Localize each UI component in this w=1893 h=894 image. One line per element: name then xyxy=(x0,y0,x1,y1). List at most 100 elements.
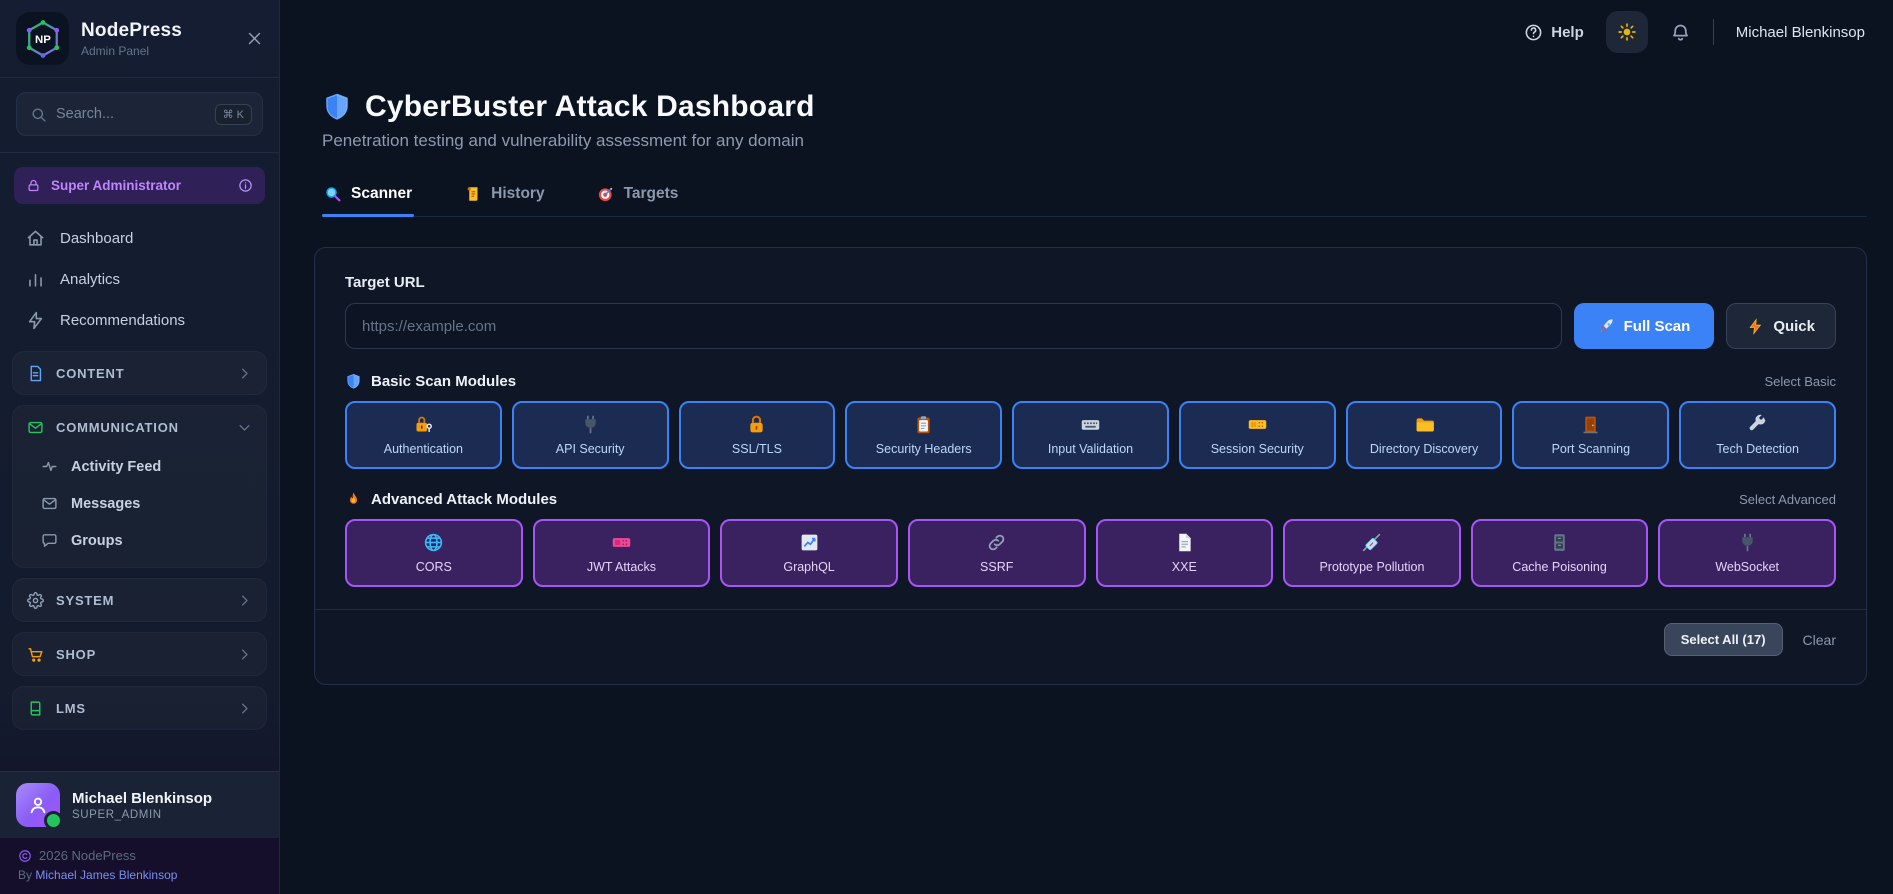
module-port-scanning[interactable]: Port Scanning xyxy=(1512,401,1669,469)
module-label: WebSocket xyxy=(1715,560,1779,574)
plug-icon xyxy=(580,414,601,435)
bell-icon xyxy=(1670,22,1691,43)
module-input-validation[interactable]: Input Validation xyxy=(1012,401,1169,469)
module-cors[interactable]: CORS xyxy=(345,519,523,587)
chevron-right-icon xyxy=(237,593,252,608)
svg-text:NP: NP xyxy=(35,34,51,46)
module-authentication[interactable]: Authentication xyxy=(345,401,502,469)
quick-scan-button[interactable]: Quick xyxy=(1726,303,1836,349)
module-label: Directory Discovery xyxy=(1370,442,1478,456)
notifications-button[interactable] xyxy=(1670,22,1691,43)
gear-icon xyxy=(27,592,44,609)
help-icon xyxy=(1524,23,1543,42)
module-api-security[interactable]: API Security xyxy=(512,401,669,469)
target-url-input[interactable] xyxy=(345,303,1562,349)
rocket-icon xyxy=(1598,318,1615,335)
module-graphql[interactable]: GraphQL xyxy=(720,519,898,587)
sidebar-item-communication[interactable]: COMMUNICATION xyxy=(13,406,266,448)
sidebar-item-groups[interactable]: Groups xyxy=(19,522,260,559)
advanced-modules-grid: CORS JWT Attacks GraphQLSSRFXXE Prototype P… xyxy=(345,519,1836,587)
help-button[interactable]: Help xyxy=(1524,23,1584,42)
module-session-security[interactable]: Session Security xyxy=(1179,401,1336,469)
keyboard-icon xyxy=(1080,414,1101,435)
module-cache-poisoning[interactable]: Cache Poisoning xyxy=(1471,519,1649,587)
byline-link[interactable]: Michael James Blenkinsop xyxy=(35,868,177,882)
main-area: Help Michael Blenkinsop CyberBuster Atta… xyxy=(280,0,1893,894)
sidebar-item-activity-feed[interactable]: Activity Feed xyxy=(19,448,260,485)
group-label: LMS xyxy=(56,701,86,716)
select-advanced-link[interactable]: Select Advanced xyxy=(1739,492,1836,507)
clear-button[interactable]: Clear xyxy=(1803,632,1836,648)
select-basic-link[interactable]: Select Basic xyxy=(1764,374,1836,389)
sidebar-item-recommendations[interactable]: Recommendations xyxy=(12,300,267,341)
wrench-icon xyxy=(1747,414,1768,435)
sidebar: NP NodePress Admin Panel ⌘ K Super Admin… xyxy=(0,0,280,894)
module-label: API Security xyxy=(556,442,625,456)
byline-prefix: By xyxy=(18,868,32,882)
sidebar-item-super-administrator[interactable]: Super Administrator xyxy=(14,167,265,204)
module-prototype-pollution[interactable]: Prototype Pollution xyxy=(1283,519,1461,587)
nav-label: Analytics xyxy=(60,271,120,288)
tab-targets[interactable]: Targets xyxy=(595,177,681,216)
module-security-headers[interactable]: Security Headers xyxy=(845,401,1002,469)
module-directory-discovery[interactable]: Directory Discovery xyxy=(1346,401,1503,469)
module-label: Cache Poisoning xyxy=(1512,560,1607,574)
tab-label: History xyxy=(491,185,544,203)
sidebar-item-messages[interactable]: Messages xyxy=(19,485,260,522)
sidebar-item-lms[interactable]: LMS xyxy=(13,687,266,729)
app-root: NP NodePress Admin Panel ⌘ K Super Admin… xyxy=(0,0,1893,894)
theme-toggle-button[interactable] xyxy=(1606,11,1648,53)
tab-history[interactable]: History xyxy=(462,177,546,216)
sidebar-item-analytics[interactable]: Analytics xyxy=(12,259,267,300)
sidebar-item-content[interactable]: CONTENT xyxy=(13,352,266,394)
sidebar-item-dashboard[interactable]: Dashboard xyxy=(12,218,267,259)
module-label: JWT Attacks xyxy=(587,560,656,574)
topbar: Help Michael Blenkinsop xyxy=(280,0,1893,64)
ticket-yellow-icon xyxy=(1247,414,1268,435)
sidebar-user-card[interactable]: Michael Blenkinsop SUPER_ADMIN xyxy=(0,771,279,838)
shield-icon xyxy=(322,92,352,122)
module-label: CORS xyxy=(416,560,452,574)
search-input[interactable] xyxy=(56,106,206,122)
lock-orange-icon xyxy=(746,414,767,435)
user-role-badge: SUPER_ADMIN xyxy=(72,809,212,821)
basic-modules-header: Basic Scan Modules xyxy=(371,373,516,390)
full-scan-button[interactable]: Full Scan xyxy=(1574,303,1715,349)
module-jwt-attacks[interactable]: JWT Attacks xyxy=(533,519,711,587)
tab-scanner[interactable]: Scanner xyxy=(322,177,414,216)
info-icon[interactable] xyxy=(238,178,253,193)
sidebar-item-system[interactable]: SYSTEM xyxy=(13,579,266,621)
chevron-right-icon xyxy=(237,701,252,716)
module-tech-detection[interactable]: Tech Detection xyxy=(1679,401,1836,469)
app-title: NodePress xyxy=(81,20,182,42)
tab-label: Targets xyxy=(624,185,679,203)
avatar xyxy=(16,783,60,827)
module-label: Authentication xyxy=(384,442,463,456)
sidebar-nav: Super Administrator Dashboard Analytics … xyxy=(0,153,279,771)
zap-icon xyxy=(26,311,45,330)
select-all-button[interactable]: Select All (17) xyxy=(1664,623,1783,656)
folder-icon xyxy=(1414,414,1435,435)
module-ssl-tls[interactable]: SSL/TLS xyxy=(679,401,836,469)
module-ssrf[interactable]: SSRF xyxy=(908,519,1086,587)
nav-label: Recommendations xyxy=(60,312,185,329)
module-label: Prototype Pollution xyxy=(1319,560,1424,574)
syringe-icon xyxy=(1361,532,1382,553)
advanced-modules-header: Advanced Attack Modules xyxy=(371,491,557,508)
sidebar-footer: 2026 NodePress By Michael James Blenkins… xyxy=(0,838,279,894)
target-url-label: Target URL xyxy=(345,274,1836,291)
sidebar-search-section: ⌘ K xyxy=(0,78,279,153)
nav-label: Dashboard xyxy=(60,230,133,247)
sidebar-item-shop[interactable]: SHOP xyxy=(13,633,266,675)
module-xxe[interactable]: XXE xyxy=(1096,519,1274,587)
topbar-divider xyxy=(1713,19,1714,45)
topbar-user-name[interactable]: Michael Blenkinsop xyxy=(1736,24,1865,41)
module-websocket[interactable]: WebSocket xyxy=(1658,519,1836,587)
sun-icon xyxy=(1617,22,1637,42)
page-icon xyxy=(1174,532,1195,553)
search-shortcut-badge: ⌘ K xyxy=(215,104,252,125)
sidebar-close-button[interactable] xyxy=(245,30,263,48)
sidebar-group-lms: LMS xyxy=(12,686,267,730)
search-box[interactable]: ⌘ K xyxy=(16,92,263,136)
door-icon xyxy=(1580,414,1601,435)
